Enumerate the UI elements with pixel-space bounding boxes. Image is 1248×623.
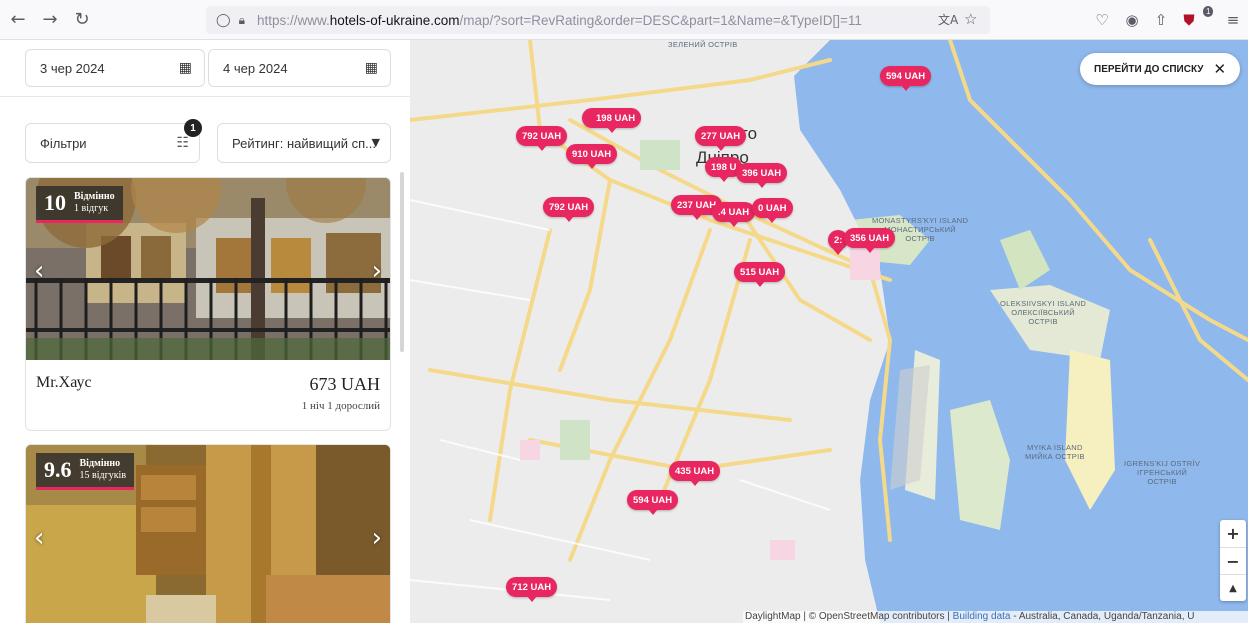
sort-select[interactable]: Рейтинг: найвищий сп... ▼ — [217, 123, 391, 163]
price-pin[interactable]: 594 UAH — [627, 490, 679, 515]
hotel-name[interactable]: Mr.Хаус — [36, 374, 92, 392]
translate-icon[interactable]: 文A — [938, 11, 958, 28]
address-bar[interactable]: ◯ 🔒︎ https://www.hotels-of-ukraine.com/m… — [206, 6, 990, 34]
price-pin[interactable]: 435 UAH — [669, 461, 721, 486]
prev-photo-icon[interactable]: ‹ — [34, 523, 44, 553]
compass-icon[interactable]: ▲ — [1220, 574, 1246, 601]
account-icon[interactable]: ◉ — [1121, 9, 1143, 31]
island-label: IGRENS'KIJ OSTRÍV ІГРЕНСЬКИЙ ОСТРІВ — [1124, 459, 1201, 486]
checkin-date-text: 3 чер 2024 — [40, 60, 105, 76]
island-label: OLEKSIIVSKYI ISLAND ОЛЕКСІЇВСЬКИЙ ОСТРІВ — [1000, 299, 1087, 326]
checkout-date-text: 4 чер 2024 — [223, 60, 288, 76]
price-pin[interactable]: 0 UAH — [752, 198, 793, 223]
menu-icon[interactable]: ≡ — [1222, 9, 1244, 31]
close-icon[interactable]: ✕ — [1214, 60, 1227, 78]
price-pin[interactable]: 515 UAH — [734, 262, 786, 287]
rating-badge: 9.6 Відмінно 15 відгуків — [36, 453, 135, 490]
map-view[interactable]: ЗЕЛЕНИЙ ОСТРІВ MONASTYRS'KYI ISLAND МОНА… — [410, 40, 1248, 623]
price-pin[interactable]: 910 UAH — [566, 144, 618, 169]
rating-score: 10 — [44, 190, 66, 215]
filter-icon: ☷ — [176, 135, 189, 151]
sort-label: Рейтинг: найвищий сп... — [232, 135, 376, 151]
divider — [0, 96, 410, 97]
panel-scrollbar[interactable] — [400, 172, 404, 352]
building-data-link[interactable]: Building data — [953, 611, 1011, 622]
attribution-text-2: - Australia, Canada, Uganda/Tanzania, U — [1010, 611, 1195, 622]
go-to-list-label: ПЕРЕЙТИ ДО СПИСКУ — [1094, 63, 1204, 75]
extensions-icon[interactable]: ⇧ — [1150, 9, 1172, 31]
attribution-text: DaylightMap | © OpenStreetMap contributo… — [745, 611, 953, 622]
back-icon[interactable]: ← — [4, 6, 32, 34]
rating-score: 9.6 — [44, 457, 72, 482]
price-pin[interactable]: 277 UAH — [695, 126, 747, 151]
filters-count-badge: 1 — [184, 119, 202, 137]
go-to-list-button[interactable]: ПЕРЕЙТИ ДО СПИСКУ ✕ — [1080, 53, 1241, 85]
forward-icon[interactable]: → — [36, 6, 64, 34]
hotel-card[interactable]: 9.6 Відмінно 15 відгуків ‹ › — [25, 444, 391, 623]
filters-button[interactable]: Фільтри ☷ — [25, 123, 200, 163]
lock-icon[interactable]: 🔒︎ — [239, 13, 245, 28]
stay-details: 1 ніч 1 дорослий — [301, 400, 380, 412]
filters-label: Фільтри — [40, 135, 87, 151]
checkin-date-field[interactable]: 3 чер 2024 ▦ — [25, 49, 205, 87]
rating-label: Відмінно — [79, 458, 121, 469]
price-pin[interactable]: 594 UAH — [880, 66, 932, 91]
price-pin[interactable]: 792 UAH — [543, 197, 595, 222]
price-pin[interactable]: 396 UAH — [736, 163, 788, 188]
price-pin[interactable]: 712 UAH — [506, 577, 558, 602]
prev-photo-icon[interactable]: ‹ — [34, 256, 44, 286]
pocket-icon[interactable]: ♡ — [1091, 9, 1113, 31]
hotel-photo[interactable]: 10 Відмінно 1 відгук ‹ › — [26, 178, 390, 360]
ublock-icon[interactable]: ⛊ — [1178, 9, 1200, 31]
review-count: 15 відгуків — [79, 470, 127, 481]
caret-down-icon: ▼ — [371, 136, 380, 149]
price-pin[interactable]: 198 UAH — [582, 108, 642, 133]
price-pin[interactable]: 792 UAH — [516, 126, 568, 151]
map-attribution: DaylightMap | © OpenStreetMap contributo… — [743, 611, 1248, 623]
hotel-photo[interactable]: 9.6 Відмінно 15 відгуків ‹ › — [26, 445, 390, 623]
next-photo-icon[interactable]: › — [372, 523, 382, 553]
next-photo-icon[interactable]: › — [372, 256, 382, 286]
hotel-price: 673 UAH — [309, 374, 381, 394]
browser-toolbar: ← → ↻ ◯ 🔒︎ https://www.hotels-of-ukraine… — [0, 0, 1248, 40]
zoom-in-button[interactable]: + — [1220, 520, 1246, 547]
bookmark-star-icon[interactable]: ☆ — [964, 10, 977, 28]
calendar-icon[interactable]: ▦ — [365, 60, 378, 76]
shield-icon[interactable]: ◯ — [216, 13, 231, 28]
results-panel: 3 чер 2024 ▦ 4 чер 2024 ▦ Фільтри ☷ 1 Ре… — [0, 40, 410, 623]
price-pin[interactable]: 356 UAH — [844, 228, 896, 253]
url-text: https://www.hotels-of-ukraine.com/map/?s… — [256, 12, 862, 28]
extension-badge: 1 — [1203, 6, 1214, 17]
reload-icon[interactable]: ↻ — [68, 6, 96, 34]
island-label: MYIKA ISLAND МИЙКА ОСТРІВ — [1025, 443, 1085, 461]
hotel-card[interactable]: 10 Відмінно 1 відгук ‹ › Mr.Хаус 673 UAH … — [25, 177, 391, 431]
zoom-controls: + − ▲ — [1220, 520, 1246, 601]
zoom-out-button[interactable]: − — [1220, 547, 1246, 574]
rating-label: Відмінно — [74, 191, 115, 202]
review-count: 1 відгук — [74, 203, 109, 214]
rating-badge: 10 Відмінно 1 відгук — [36, 186, 123, 223]
checkout-date-field[interactable]: 4 чер 2024 ▦ — [208, 49, 391, 87]
island-label: ЗЕЛЕНИЙ ОСТРІВ — [668, 40, 738, 49]
price-pin[interactable]: .4 UAH — [712, 202, 756, 227]
calendar-icon[interactable]: ▦ — [179, 60, 192, 76]
